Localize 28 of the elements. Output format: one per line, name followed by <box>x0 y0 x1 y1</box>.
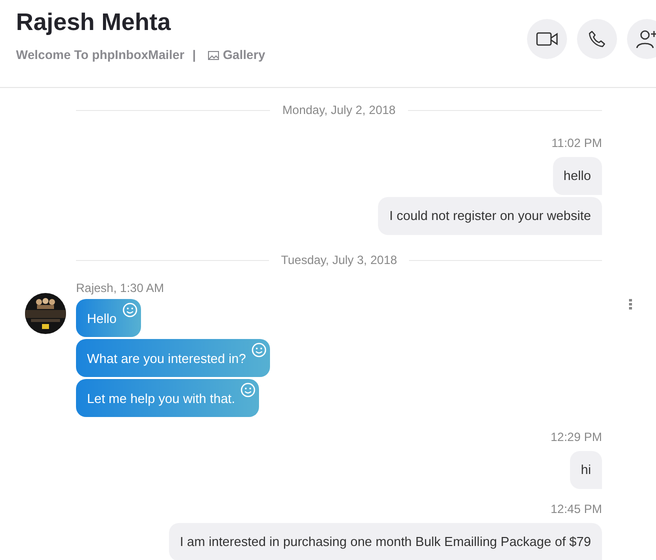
video-camera-icon <box>536 31 558 47</box>
date-separator: Monday, July 2, 2018 <box>282 102 396 119</box>
message-bubble: hello <box>552 157 602 195</box>
gallery-link[interactable]: Gallery <box>222 46 266 65</box>
message-bubble: What are you interested in? <box>76 339 270 377</box>
message-bubble: Hello <box>76 299 141 337</box>
message-bubble: Let me help you with that. <box>76 379 260 417</box>
more-options-icon[interactable] <box>629 299 632 310</box>
message-time: 12:29 PM <box>550 429 602 446</box>
call-button[interactable] <box>577 19 617 59</box>
message-bubble: I could not register on your website <box>378 197 602 235</box>
smiley-icon[interactable] <box>122 302 138 318</box>
chat-subtitle: Welcome To phpInboxMailer <box>16 47 184 64</box>
add-person-button[interactable] <box>627 19 656 59</box>
date-separator: Tuesday, July 3, 2018 <box>280 252 398 269</box>
contact-name: Rajesh Mehta <box>16 8 172 38</box>
gallery-icon <box>208 50 219 60</box>
add-person-icon <box>635 29 656 49</box>
sender-time: Rajesh, 1:30 AM <box>76 282 164 294</box>
phone-icon <box>588 30 606 48</box>
message-time: 11:02 PM <box>552 135 602 152</box>
separator: | <box>192 47 196 64</box>
video-call-button[interactable] <box>527 19 567 59</box>
message-time: 12:45 PM <box>550 501 602 518</box>
message-bubble: I am interested in purchasing one month Bulk Emailling Package of $79 <box>168 523 602 560</box>
smiley-icon[interactable] <box>250 342 267 358</box>
smiley-icon[interactable] <box>240 382 256 398</box>
message-bubble: hi <box>570 451 602 489</box>
